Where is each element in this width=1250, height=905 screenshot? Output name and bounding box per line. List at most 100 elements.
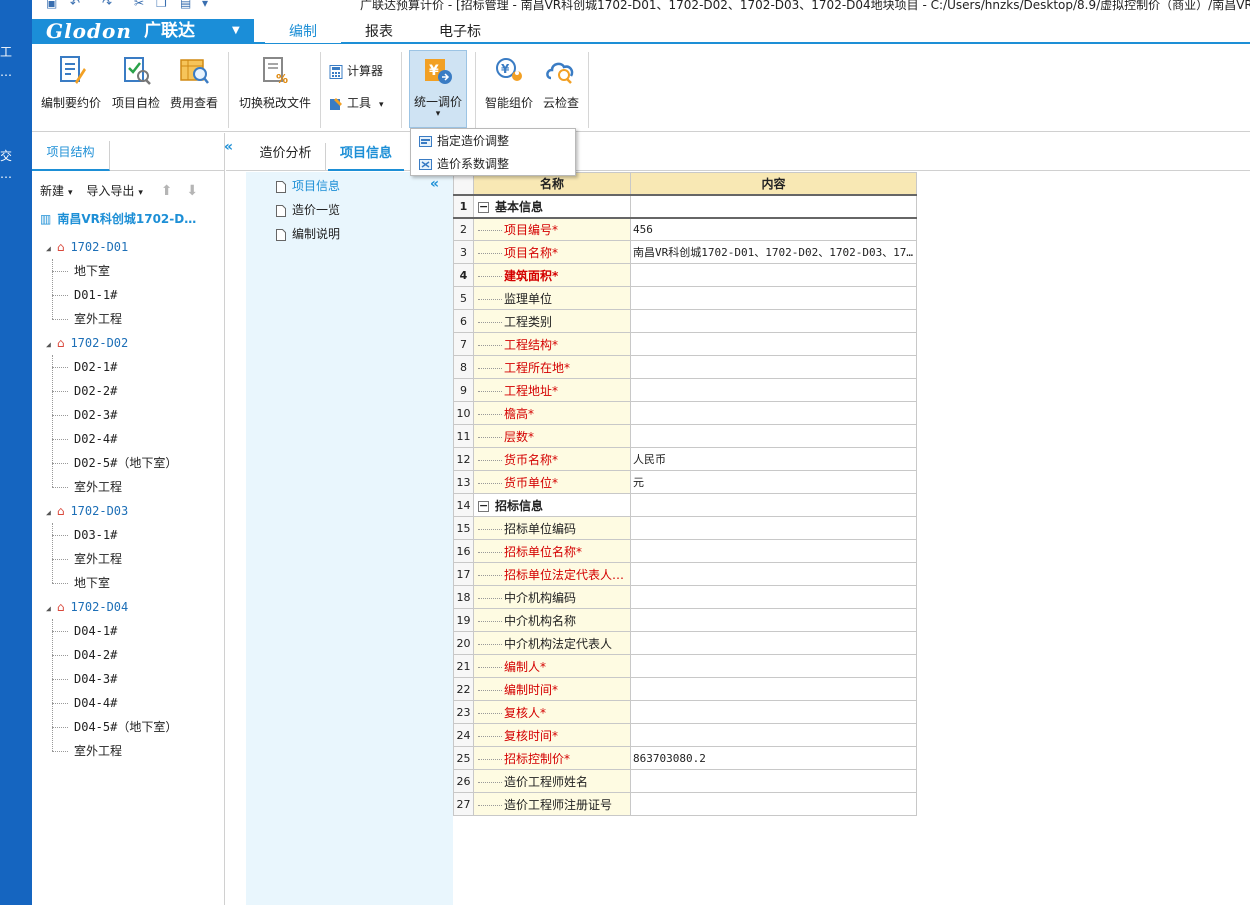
cell-name[interactable]: 中介机构编码: [473, 585, 631, 609]
compile-offer-price-button[interactable]: 编制要约价: [38, 50, 104, 114]
calculator-button[interactable]: 计算器: [329, 60, 383, 82]
tree-leaf[interactable]: D04-4#: [74, 691, 117, 715]
table-row[interactable]: 3 项目名称* 南昌VR科创城1702-D01、1702-D02、1702-D03、…: [453, 240, 917, 264]
table-row[interactable]: 20 中介机构法定代表人: [453, 631, 917, 655]
cell-content[interactable]: [630, 792, 917, 816]
cell-name[interactable]: 复核时间*: [473, 723, 631, 747]
cell-name[interactable]: 中介机构名称: [473, 608, 631, 632]
nav-item-cost-overview[interactable]: 造价一览: [276, 198, 340, 222]
table-row[interactable]: 13 货币单位* 元: [453, 470, 917, 494]
cell-content[interactable]: [630, 332, 917, 356]
new-button[interactable]: 新建 ▾: [40, 184, 77, 198]
table-row[interactable]: 9 工程地址*: [453, 378, 917, 402]
tree-leaf[interactable]: D04-3#: [74, 667, 117, 691]
table-row[interactable]: 18 中介机构编码: [453, 585, 917, 609]
table-row[interactable]: 16 招标单位名称*: [453, 539, 917, 563]
cell-content[interactable]: [630, 631, 917, 655]
table-row[interactable]: 17 招标单位法定代表人…: [453, 562, 917, 586]
cell-content[interactable]: [630, 193, 917, 219]
move-down-icon[interactable]: ⬇: [186, 183, 198, 199]
table-row[interactable]: 22 编制时间*: [453, 677, 917, 701]
tree-leaf[interactable]: D04-1#: [74, 619, 117, 643]
save-icon[interactable]: ▣: [46, 0, 57, 10]
cell-name[interactable]: 造价工程师姓名: [473, 769, 631, 793]
cell-content[interactable]: [630, 539, 917, 563]
table-row[interactable]: 23 复核人*: [453, 700, 917, 724]
cell-name[interactable]: 檐高*: [473, 401, 631, 425]
table-row[interactable]: 25 招标控制价* 863703080.2: [453, 746, 917, 770]
smart-pricing-button[interactable]: ¥ 智能组价: [482, 50, 536, 114]
expand-triangle-icon[interactable]: ◢: [46, 604, 51, 613]
collapse-box-icon[interactable]: −: [478, 500, 489, 512]
cell-name[interactable]: 编制人*: [473, 654, 631, 678]
cell-name[interactable]: 工程地址*: [473, 378, 631, 402]
cost-view-button[interactable]: 费用查看: [166, 50, 222, 114]
cell-name[interactable]: 项目编号*: [473, 217, 631, 241]
tab-report[interactable]: 报表: [344, 21, 414, 43]
tree-unit[interactable]: ◢ ⌂ 1702-D01: [46, 235, 128, 259]
nav-item-project-info[interactable]: 项目信息: [276, 174, 340, 198]
cell-content[interactable]: [630, 286, 917, 310]
tree-leaf[interactable]: D02-3#: [74, 403, 117, 427]
table-row[interactable]: 12 货币名称* 人民币: [453, 447, 917, 471]
tree-project-root[interactable]: ▥ 南昌VR科创城1702-D…: [40, 207, 196, 231]
cell-name[interactable]: − 基本信息: [473, 193, 631, 219]
cell-name[interactable]: 编制时间*: [473, 677, 631, 701]
tree-leaf[interactable]: 室外工程: [74, 547, 122, 571]
project-self-check-button[interactable]: 项目自检: [108, 50, 164, 114]
nav-item-compile-notes[interactable]: 编制说明: [276, 222, 340, 246]
tree-leaf[interactable]: D02-2#: [74, 379, 117, 403]
cell-content[interactable]: [630, 355, 917, 379]
cell-content[interactable]: [630, 516, 917, 540]
cell-content[interactable]: [630, 562, 917, 586]
cell-name[interactable]: 货币单位*: [473, 470, 631, 494]
cell-content[interactable]: [630, 309, 917, 333]
cell-content[interactable]: 863703080.2: [630, 746, 917, 770]
tab-project-structure[interactable]: 项目结构: [32, 141, 110, 171]
quick-access-dropdown-icon[interactable]: ▾: [202, 0, 208, 10]
cell-content[interactable]: 元: [630, 470, 917, 494]
tab-project-info[interactable]: 项目信息: [328, 143, 404, 171]
unified-price-adjust-button[interactable]: ¥ 统一调价 ▾: [409, 50, 467, 128]
cut-icon[interactable]: ✂: [134, 0, 144, 10]
collapse-box-icon[interactable]: −: [478, 201, 489, 213]
tree-leaf[interactable]: 室外工程: [74, 739, 122, 763]
cell-name[interactable]: 招标单位编码: [473, 516, 631, 540]
tree-leaf[interactable]: D02-4#: [74, 427, 117, 451]
cell-content[interactable]: [630, 378, 917, 402]
cell-content[interactable]: 南昌VR科创城1702-D01、1702-D02、1702-D03、17…: [630, 240, 917, 264]
cell-content[interactable]: [630, 493, 917, 517]
table-group-row[interactable]: 1− 基本信息: [453, 193, 917, 219]
tree-unit[interactable]: ◢ ⌂ 1702-D02: [46, 331, 128, 355]
cell-content[interactable]: [630, 654, 917, 678]
copy-icon[interactable]: ❐: [156, 0, 167, 10]
tree-leaf[interactable]: D03-1#: [74, 523, 117, 547]
cell-content[interactable]: [630, 677, 917, 701]
paste-icon[interactable]: ▤: [180, 0, 191, 10]
redo-icon[interactable]: ↷: [102, 0, 112, 10]
table-row[interactable]: 21 编制人*: [453, 654, 917, 678]
table-row[interactable]: 11 层数*: [453, 424, 917, 448]
cell-content[interactable]: [630, 700, 917, 724]
cell-name[interactable]: 工程所在地*: [473, 355, 631, 379]
expand-triangle-icon[interactable]: ◢: [46, 508, 51, 517]
table-row[interactable]: 2 项目编号* 456: [453, 217, 917, 241]
cell-content[interactable]: 人民币: [630, 447, 917, 471]
tree-leaf[interactable]: D01-1#: [74, 283, 117, 307]
table-row[interactable]: 8 工程所在地*: [453, 355, 917, 379]
tree-leaf[interactable]: D04-5#（地下室）: [74, 715, 177, 739]
cell-name[interactable]: 货币名称*: [473, 447, 631, 471]
cell-name[interactable]: 中介机构法定代表人: [473, 631, 631, 655]
cell-name[interactable]: 项目名称*: [473, 240, 631, 264]
tree-leaf[interactable]: 地下室: [74, 571, 110, 595]
cell-name[interactable]: 招标控制价*: [473, 746, 631, 770]
table-row[interactable]: 10 檐高*: [453, 401, 917, 425]
expand-triangle-icon[interactable]: ◢: [46, 340, 51, 349]
table-row[interactable]: 27 造价工程师注册证号: [453, 792, 917, 816]
cell-name[interactable]: 复核人*: [473, 700, 631, 724]
tools-dropdown-button[interactable]: 工具 ▾: [329, 92, 384, 114]
table-row[interactable]: 7 工程结构*: [453, 332, 917, 356]
tree-unit[interactable]: ◢ ⌂ 1702-D03: [46, 499, 128, 523]
menu-item-specified-cost-adjust[interactable]: 指定造价调整: [411, 130, 575, 152]
undo-icon[interactable]: ↶: [70, 0, 80, 10]
